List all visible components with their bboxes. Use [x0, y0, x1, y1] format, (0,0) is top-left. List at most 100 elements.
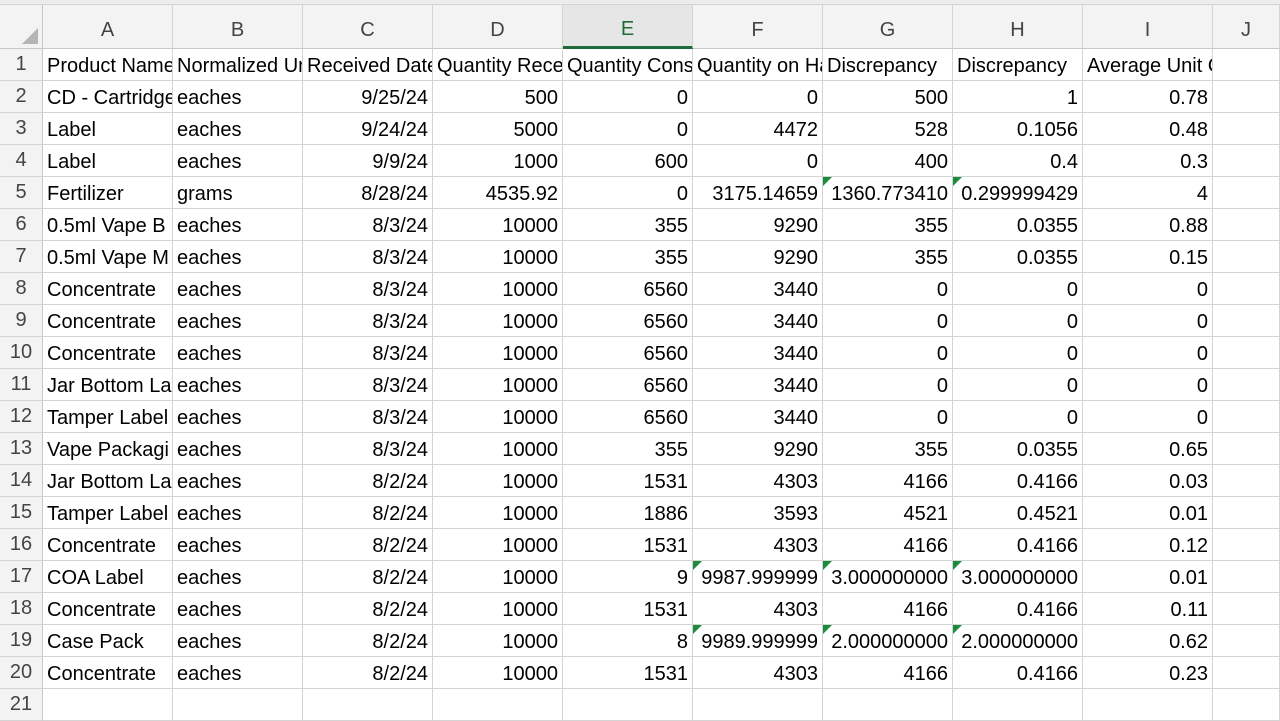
- row-header[interactable]: 5: [0, 177, 43, 209]
- cell-f4[interactable]: 0: [693, 145, 823, 177]
- cell-h1[interactable]: Discrepancy: [953, 49, 1083, 81]
- cell-d12[interactable]: 10000: [433, 401, 563, 433]
- cell-b14[interactable]: eaches: [173, 465, 303, 497]
- cell-a20[interactable]: Concentrate: [43, 657, 173, 689]
- cell-d19[interactable]: 10000: [433, 625, 563, 657]
- row-header[interactable]: 13: [0, 433, 43, 465]
- cell-j2[interactable]: [1213, 81, 1280, 113]
- cell-g9[interactable]: 0: [823, 305, 953, 337]
- cell-g12[interactable]: 0: [823, 401, 953, 433]
- cell-c18[interactable]: 8/2/24: [303, 593, 433, 625]
- cell-c3[interactable]: 9/24/24: [303, 113, 433, 145]
- cell-i9[interactable]: 0: [1083, 305, 1213, 337]
- cell-g6[interactable]: 355: [823, 209, 953, 241]
- cell-b10[interactable]: eaches: [173, 337, 303, 369]
- cell-b2[interactable]: eaches: [173, 81, 303, 113]
- cell-h9[interactable]: 0: [953, 305, 1083, 337]
- cell-d16[interactable]: 10000: [433, 529, 563, 561]
- column-header-e[interactable]: E: [563, 5, 693, 49]
- cell-e12[interactable]: 6560: [563, 401, 693, 433]
- cell-b1[interactable]: Normalized Unit: [173, 49, 303, 81]
- cell-e10[interactable]: 6560: [563, 337, 693, 369]
- cell-d13[interactable]: 10000: [433, 433, 563, 465]
- row-header[interactable]: 19: [0, 625, 43, 657]
- cell-f21[interactable]: [693, 689, 823, 721]
- cell-f1[interactable]: Quantity on Hand: [693, 49, 823, 81]
- cell-h16[interactable]: 0.4166: [953, 529, 1083, 561]
- cell-a17[interactable]: COA Label: [43, 561, 173, 593]
- error-indicator-icon[interactable]: [693, 561, 702, 570]
- cell-e1[interactable]: Quantity Consumed: [563, 49, 693, 81]
- cell-h20[interactable]: 0.4166: [953, 657, 1083, 689]
- cell-g4[interactable]: 400: [823, 145, 953, 177]
- error-indicator-icon[interactable]: [953, 177, 962, 186]
- cell-j1[interactable]: [1213, 49, 1280, 81]
- cell-c19[interactable]: 8/2/24: [303, 625, 433, 657]
- cell-f8[interactable]: 3440: [693, 273, 823, 305]
- column-header-h[interactable]: H: [953, 5, 1083, 49]
- cell-h6[interactable]: 0.0355: [953, 209, 1083, 241]
- cell-b18[interactable]: eaches: [173, 593, 303, 625]
- cell-i7[interactable]: 0.15: [1083, 241, 1213, 273]
- cell-i14[interactable]: 0.03: [1083, 465, 1213, 497]
- cell-e7[interactable]: 355: [563, 241, 693, 273]
- cell-f12[interactable]: 3440: [693, 401, 823, 433]
- cell-h17[interactable]: 3.000000000: [953, 561, 1083, 593]
- column-header-c[interactable]: C: [303, 5, 433, 49]
- cell-c15[interactable]: 8/2/24: [303, 497, 433, 529]
- error-indicator-icon[interactable]: [823, 561, 832, 570]
- column-header-d[interactable]: D: [433, 5, 563, 49]
- cell-e21[interactable]: [563, 689, 693, 721]
- cell-e11[interactable]: 6560: [563, 369, 693, 401]
- cell-e2[interactable]: 0: [563, 81, 693, 113]
- cell-c12[interactable]: 8/3/24: [303, 401, 433, 433]
- select-all-button[interactable]: [0, 5, 43, 49]
- cell-j16[interactable]: [1213, 529, 1280, 561]
- row-header[interactable]: 12: [0, 401, 43, 433]
- cell-a8[interactable]: Concentrate: [43, 273, 173, 305]
- cell-i13[interactable]: 0.65: [1083, 433, 1213, 465]
- cell-i3[interactable]: 0.48: [1083, 113, 1213, 145]
- cell-g11[interactable]: 0: [823, 369, 953, 401]
- cell-i21[interactable]: [1083, 689, 1213, 721]
- cell-b20[interactable]: eaches: [173, 657, 303, 689]
- cell-i10[interactable]: 0: [1083, 337, 1213, 369]
- cell-e4[interactable]: 600: [563, 145, 693, 177]
- cell-g17[interactable]: 3.000000000: [823, 561, 953, 593]
- cell-b12[interactable]: eaches: [173, 401, 303, 433]
- cell-h19[interactable]: 2.000000000: [953, 625, 1083, 657]
- row-header[interactable]: 20: [0, 657, 43, 689]
- cell-c17[interactable]: 8/2/24: [303, 561, 433, 593]
- error-indicator-icon[interactable]: [953, 625, 962, 634]
- cell-a7[interactable]: 0.5ml Vape M: [43, 241, 173, 273]
- cell-h11[interactable]: 0: [953, 369, 1083, 401]
- column-header-j[interactable]: J: [1213, 5, 1280, 49]
- cell-d18[interactable]: 10000: [433, 593, 563, 625]
- cell-g21[interactable]: [823, 689, 953, 721]
- cell-e9[interactable]: 6560: [563, 305, 693, 337]
- column-header-b[interactable]: B: [173, 5, 303, 49]
- cell-f6[interactable]: 9290: [693, 209, 823, 241]
- cell-a16[interactable]: Concentrate: [43, 529, 173, 561]
- cell-g20[interactable]: 4166: [823, 657, 953, 689]
- cell-i17[interactable]: 0.01: [1083, 561, 1213, 593]
- cell-i4[interactable]: 0.3: [1083, 145, 1213, 177]
- cell-d3[interactable]: 5000: [433, 113, 563, 145]
- cell-e13[interactable]: 355: [563, 433, 693, 465]
- cell-h4[interactable]: 0.4: [953, 145, 1083, 177]
- cell-b5[interactable]: grams: [173, 177, 303, 209]
- cell-c16[interactable]: 8/2/24: [303, 529, 433, 561]
- cell-c14[interactable]: 8/2/24: [303, 465, 433, 497]
- cell-e16[interactable]: 1531: [563, 529, 693, 561]
- row-header[interactable]: 14: [0, 465, 43, 497]
- cell-i12[interactable]: 0: [1083, 401, 1213, 433]
- cell-j17[interactable]: [1213, 561, 1280, 593]
- column-header-f[interactable]: F: [693, 5, 823, 49]
- cell-c8[interactable]: 8/3/24: [303, 273, 433, 305]
- cell-g10[interactable]: 0: [823, 337, 953, 369]
- cell-b17[interactable]: eaches: [173, 561, 303, 593]
- cell-b13[interactable]: eaches: [173, 433, 303, 465]
- spreadsheet-grid[interactable]: ABCDEFGHIJ1Product NameNormalized UnitRe…: [0, 5, 1280, 721]
- cell-j9[interactable]: [1213, 305, 1280, 337]
- cell-g13[interactable]: 355: [823, 433, 953, 465]
